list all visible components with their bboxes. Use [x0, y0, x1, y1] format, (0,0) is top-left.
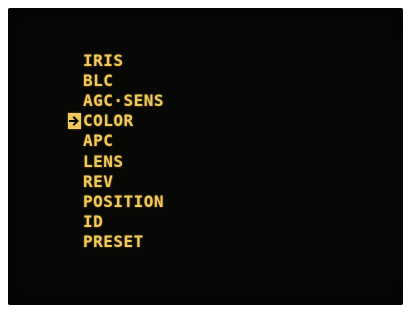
menu-item-label: BLC	[83, 70, 114, 90]
menu-item-lens[interactable]: LENS	[68, 151, 288, 171]
camera-osd-screen: IRIS BLC AGC·SENS COLOR APC LENS REV POS…	[8, 8, 403, 305]
menu-item-preset[interactable]: PRESET	[68, 232, 288, 252]
menu-item-label: REV	[83, 171, 114, 191]
menu-item-label: LENS	[83, 151, 124, 171]
menu-item-position[interactable]: POSITION	[68, 191, 288, 211]
menu-item-rev[interactable]: REV	[68, 171, 288, 191]
menu-item-label: ID	[83, 212, 104, 232]
right-arrow-icon	[68, 112, 81, 129]
menu-item-color[interactable]: COLOR	[68, 111, 288, 131]
menu-item-apc[interactable]: APC	[68, 131, 288, 151]
menu-item-label: PRESET	[83, 232, 144, 252]
menu-item-blc[interactable]: BLC	[68, 70, 288, 90]
menu-item-label: APC	[83, 131, 114, 151]
menu-item-label: AGC·SENS	[83, 90, 165, 110]
menu-item-label: POSITION	[83, 191, 165, 211]
menu-item-iris[interactable]: IRIS	[68, 50, 288, 70]
menu-item-label: IRIS	[83, 50, 124, 70]
osd-setup-menu: IRIS BLC AGC·SENS COLOR APC LENS REV POS…	[68, 50, 288, 252]
menu-item-agc-sens[interactable]: AGC·SENS	[68, 90, 288, 110]
menu-item-id[interactable]: ID	[68, 212, 288, 232]
